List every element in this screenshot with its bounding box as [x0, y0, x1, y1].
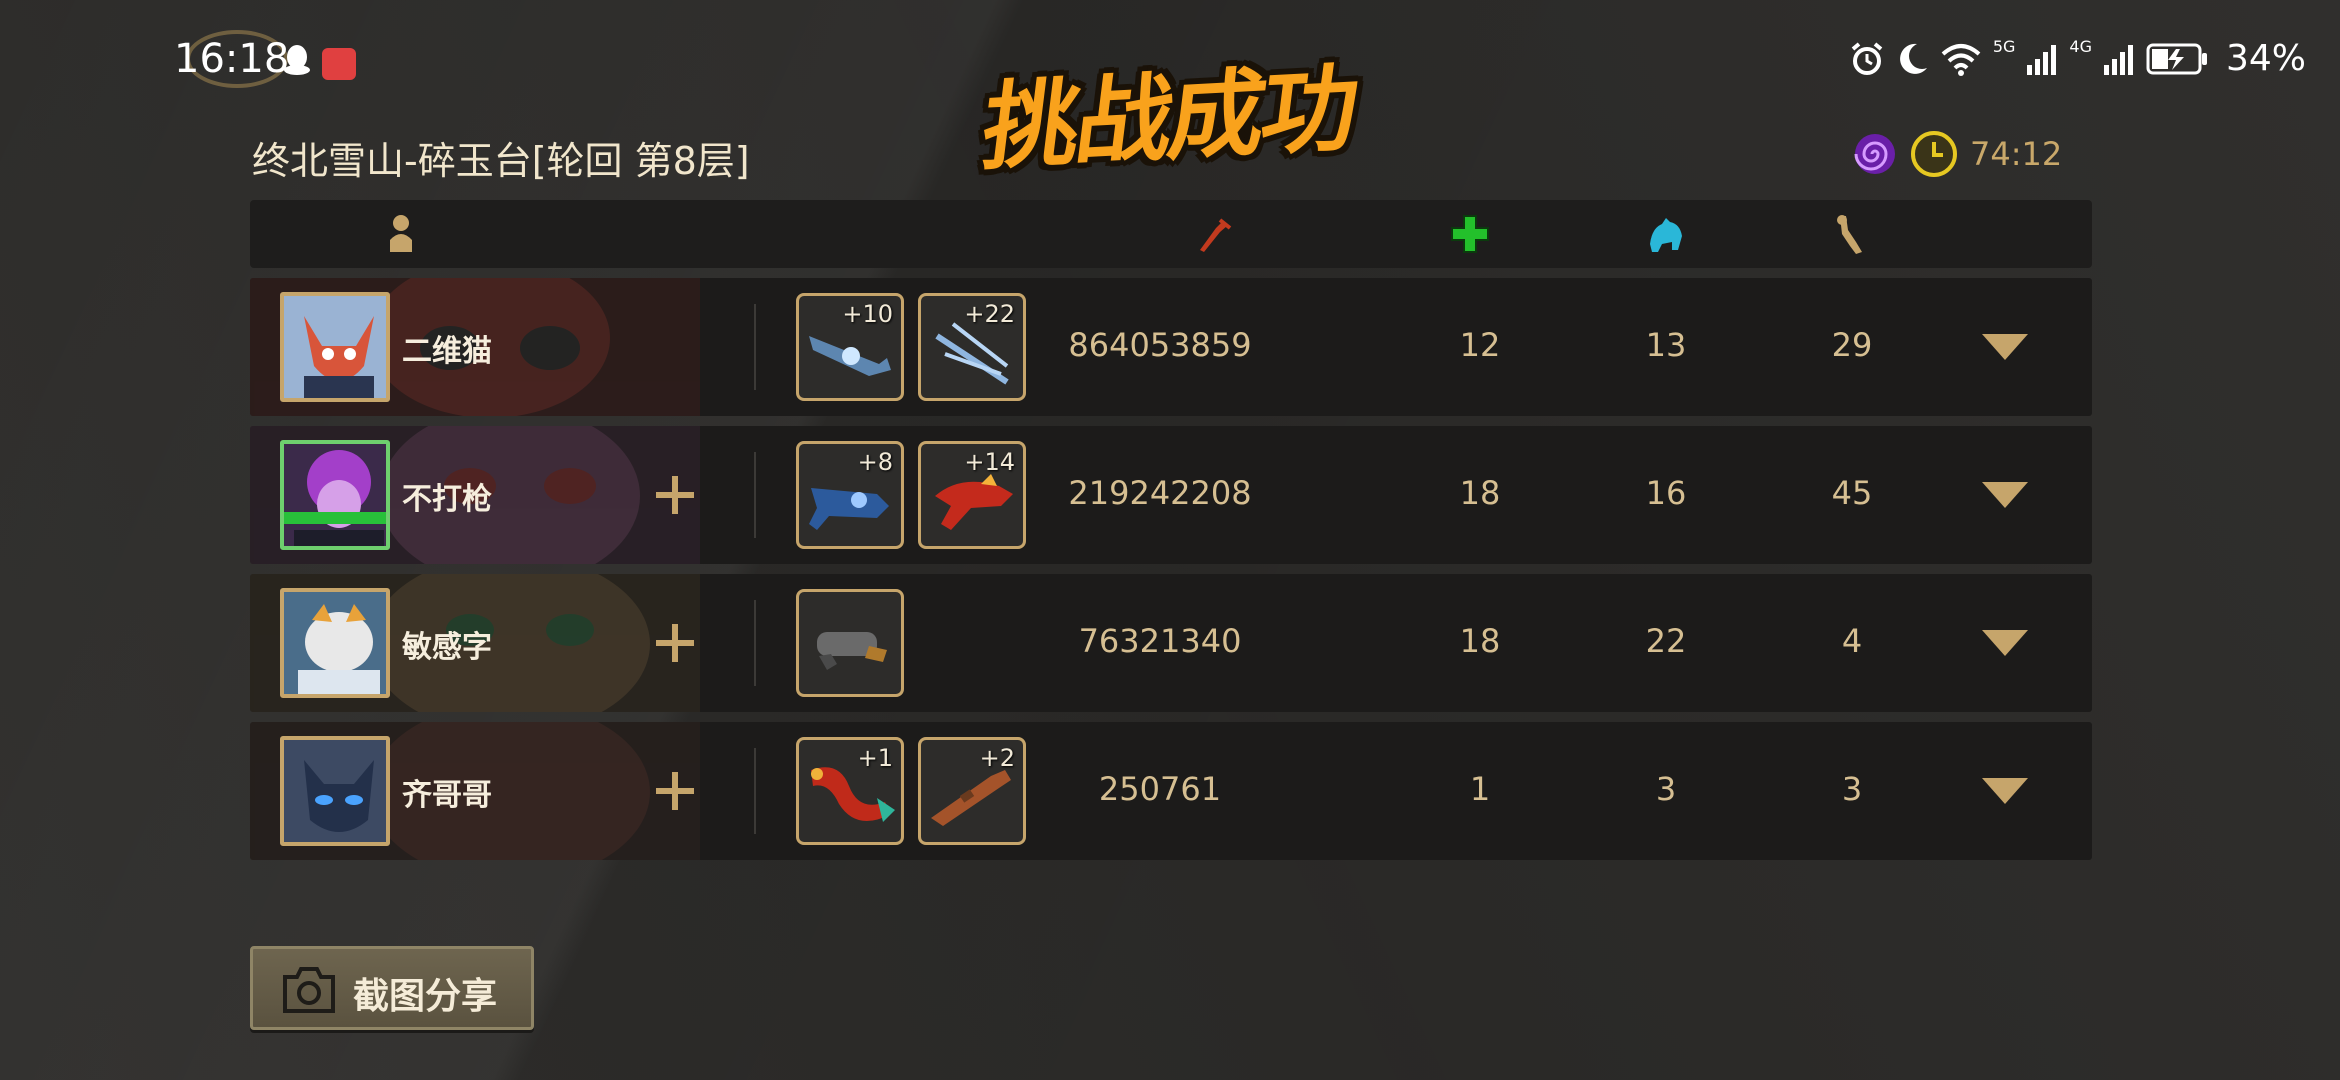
damage-value: 864053859 — [1068, 326, 1252, 364]
revive-value: 3 — [1655, 770, 1677, 808]
expand-chevron-icon[interactable] — [1982, 628, 2028, 658]
status-time: 16:18 — [174, 36, 290, 82]
huawei-app-icon — [322, 48, 356, 80]
add-friend-button[interactable] — [652, 620, 698, 666]
victory-title-text: 挑战成功 — [976, 52, 1362, 184]
level-name: 终北雪山-碎玉台[轮回 第8层] — [252, 139, 750, 183]
stats-table-header — [250, 200, 2092, 268]
add-friend-button[interactable] — [652, 768, 698, 814]
share-button-label: 截图分享 — [353, 976, 498, 1017]
weapon-level: +14 — [964, 448, 1015, 476]
heal-value: 1 — [1469, 770, 1491, 808]
expand-chevron-icon[interactable] — [1982, 332, 2028, 362]
signal-4g-icon — [2103, 44, 2133, 75]
battery-icon — [2146, 43, 2207, 74]
weapon-slot[interactable]: +14 — [918, 441, 1026, 549]
kill-value: 45 — [1831, 474, 1873, 512]
shotgun-icon — [817, 632, 887, 670]
player-row: 不打枪 +8 +14 219242208 18 16 45 — [250, 426, 2092, 564]
clock-icon — [1911, 131, 1957, 177]
wifi-icon — [1941, 43, 1981, 76]
weapon-slot[interactable]: +10 — [796, 293, 904, 401]
revive-icon — [1650, 218, 1682, 252]
damage-value: 250761 — [1098, 770, 1222, 808]
battery-level: 34% — [2225, 38, 2306, 79]
damage-value: 76321340 — [1078, 622, 1242, 660]
fox-avatar-icon — [284, 296, 386, 398]
player-name: 敏感字 — [402, 630, 492, 665]
divider — [754, 452, 756, 538]
kill-icon — [1837, 215, 1862, 254]
kill-value: 3 — [1841, 770, 1863, 808]
player-name: 二维猫 — [402, 334, 492, 369]
run-info: 74:12 — [1852, 130, 2062, 178]
weapon-slot[interactable]: +2 — [918, 737, 1026, 845]
camera-icon — [283, 967, 335, 1013]
divider — [754, 600, 756, 686]
victory-title: 挑战成功 — [977, 40, 1362, 183]
weapon-level: +2 — [979, 744, 1015, 772]
expand-chevron-icon[interactable] — [1982, 776, 2028, 806]
purple-hair-avatar-icon — [284, 444, 386, 546]
elapsed-time: 74:12 — [1970, 135, 2063, 173]
tiger-avatar-icon — [284, 592, 386, 694]
vortex-icon[interactable] — [1852, 131, 1898, 177]
add-friend-button[interactable] — [652, 472, 698, 518]
damage-icon — [1200, 218, 1232, 252]
weapon-level: +8 — [857, 448, 893, 476]
player-row: 二维猫 +10 +22 864053859 12 13 29 — [250, 278, 2092, 416]
revive-value: 13 — [1645, 326, 1687, 364]
heal-icon — [1451, 215, 1489, 253]
weapon-slot[interactable]: +8 — [796, 441, 904, 549]
alarm-icon — [1851, 41, 1883, 75]
revive-value: 16 — [1645, 474, 1687, 512]
weapon-level: +22 — [964, 300, 1015, 328]
player-name: 不打枪 — [402, 482, 492, 517]
wolf-avatar-icon — [284, 740, 386, 842]
weapon-slot[interactable] — [796, 589, 904, 697]
kill-value: 29 — [1831, 326, 1873, 364]
heal-value: 18 — [1459, 474, 1501, 512]
player-name: 齐哥哥 — [402, 778, 492, 813]
qq-icon — [284, 45, 310, 75]
divider — [754, 304, 756, 390]
heal-value: 12 — [1459, 326, 1501, 364]
weapon-level: +1 — [857, 744, 893, 772]
avatar — [280, 736, 390, 846]
screenshot-share-button[interactable]: 截图分享 — [250, 946, 534, 1030]
player-icon — [390, 215, 412, 252]
weapon-slot[interactable]: +1 — [796, 737, 904, 845]
weapon-slot[interactable]: +22 — [918, 293, 1026, 401]
expand-chevron-icon[interactable] — [1982, 480, 2028, 510]
damage-value: 219242208 — [1068, 474, 1252, 512]
signal-5g-icon — [2027, 44, 2057, 75]
heal-value: 18 — [1459, 622, 1501, 660]
weapon-level: +10 — [842, 300, 893, 328]
network-5g-label: 5G — [1992, 37, 2016, 56]
avatar — [280, 292, 390, 402]
avatar — [280, 440, 390, 550]
player-row: 敏感字 76321340 18 22 4 — [250, 574, 2092, 712]
network-4g-label: 4G — [2069, 37, 2092, 56]
revive-value: 22 — [1645, 622, 1687, 660]
avatar — [280, 588, 390, 698]
moon-icon — [1899, 43, 1927, 74]
player-row: 齐哥哥 +1 +2 250761 1 3 3 — [250, 722, 2092, 860]
divider — [754, 748, 756, 834]
kill-value: 4 — [1841, 622, 1863, 660]
